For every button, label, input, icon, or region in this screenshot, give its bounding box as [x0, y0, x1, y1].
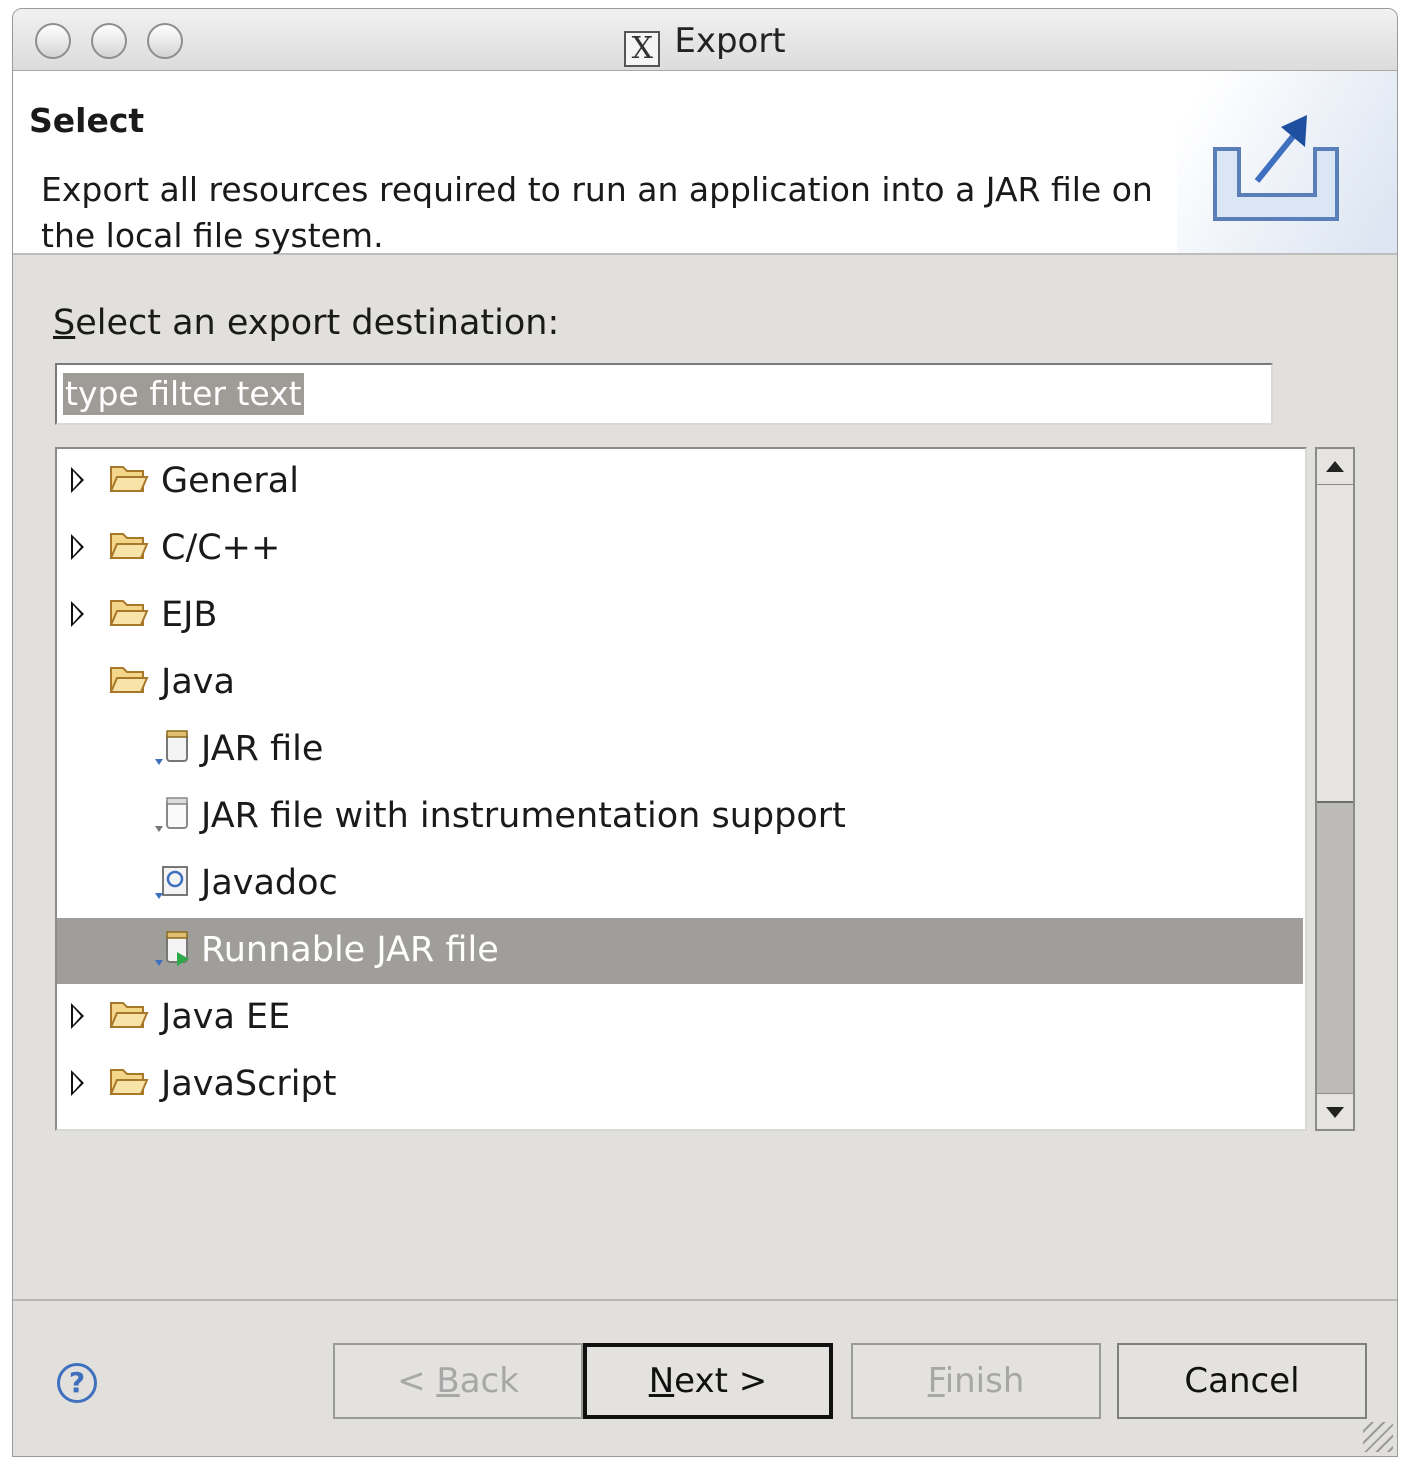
tree-item-label: Runnable JAR file	[201, 930, 499, 970]
wizard-banner: Select Export all resources required to …	[13, 71, 1397, 255]
tree-item-jar-instrumentation[interactable]: JAR file with instrumentation support	[57, 784, 1303, 850]
tree-item-cpp[interactable]: C/C++	[57, 516, 1303, 582]
folder-icon	[109, 667, 149, 693]
page-title: Select	[29, 101, 145, 140]
jar-icon	[155, 797, 188, 832]
folder-icon	[109, 533, 149, 559]
resize-grip-icon[interactable]	[1363, 1422, 1393, 1452]
tree-item-java[interactable]: Java	[57, 650, 1303, 716]
javadoc-icon	[155, 866, 188, 899]
folder-icon	[109, 1069, 149, 1095]
x11-icon: X	[624, 31, 661, 67]
export-wizard-icon	[1213, 115, 1339, 221]
filter-input[interactable]: type filter text	[55, 363, 1273, 425]
next-label: ext >	[674, 1361, 768, 1401]
window-title: Export	[674, 21, 786, 61]
title-bar[interactable]: X Export	[13, 9, 1397, 71]
tree-item-runnable-jar[interactable]: Runnable JAR file	[57, 918, 1303, 984]
finish-label: inish	[944, 1361, 1025, 1401]
runnable-jar-icon	[155, 931, 189, 966]
tree-item-label: JAR file with instrumentation support	[201, 796, 846, 836]
tree-item-label: EJB	[161, 595, 218, 635]
scroll-down-arrow-icon[interactable]	[1317, 1093, 1353, 1129]
tree-item-label: Java	[161, 662, 235, 702]
tree-item-label: Javadoc	[201, 863, 338, 903]
help-icon[interactable]: ?	[57, 1363, 97, 1403]
scrollbar-thumb[interactable]	[1317, 485, 1353, 803]
folder-icon	[109, 466, 149, 492]
label-text: elect an export destination:	[75, 303, 560, 343]
tree-item-javadoc[interactable]: Javadoc	[57, 851, 1303, 917]
destination-label: Select an export destination:	[53, 303, 559, 343]
back-label: ack	[459, 1361, 519, 1401]
tree-item-ejb[interactable]: EJB	[57, 583, 1303, 649]
page-description: Export all resources required to run an …	[41, 170, 1153, 255]
expand-arrow-icon[interactable]	[71, 467, 84, 493]
cancel-button[interactable]: Cancel	[1117, 1343, 1367, 1419]
tree-item-label: JavaScript	[161, 1064, 337, 1104]
footer-divider	[13, 1299, 1397, 1301]
label-mnemonic: S	[53, 303, 76, 343]
tree-item-jar-file[interactable]: JAR file	[57, 717, 1303, 783]
back-mnemonic: B	[436, 1361, 460, 1401]
destination-tree[interactable]: General C/C++ EJB Java JAR file JAR file…	[55, 447, 1307, 1131]
expand-arrow-icon[interactable]	[71, 1070, 84, 1096]
folder-icon	[109, 600, 149, 626]
tree-item-javascript[interactable]: JavaScript	[57, 1052, 1303, 1118]
finish-button[interactable]: Finish	[851, 1343, 1101, 1419]
window-title-area: X Export	[13, 21, 1397, 67]
expand-arrow-icon[interactable]	[71, 534, 84, 560]
back-button[interactable]: < Back	[333, 1343, 583, 1419]
folder-icon	[109, 1002, 149, 1028]
export-dialog: X Export Select Export all resources requ…	[12, 8, 1398, 1457]
scroll-up-arrow-icon[interactable]	[1317, 449, 1353, 485]
expand-arrow-icon[interactable]	[71, 601, 84, 627]
back-prefix: <	[397, 1361, 437, 1401]
tree-scrollbar[interactable]	[1315, 447, 1355, 1131]
tree-item-label: JAR file	[201, 729, 324, 769]
tree-item-general[interactable]: General	[57, 449, 1303, 515]
next-mnemonic: N	[648, 1361, 675, 1401]
tree-item-label: General	[161, 461, 299, 501]
filter-placeholder-text: type filter text	[63, 373, 304, 415]
tree-item-java-ee[interactable]: Java EE	[57, 985, 1303, 1051]
expand-arrow-icon[interactable]	[71, 1003, 84, 1029]
tree-item-label: C/C++	[161, 528, 281, 568]
tree-item-label: Java EE	[161, 997, 291, 1037]
next-button[interactable]: Next >	[583, 1343, 833, 1419]
jar-icon	[155, 730, 188, 765]
finish-mnemonic: F	[927, 1361, 945, 1401]
